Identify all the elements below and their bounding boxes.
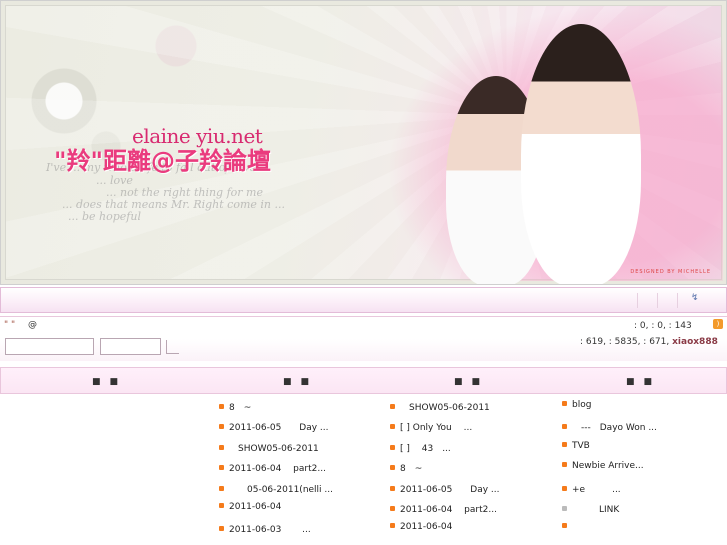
list-item[interactable]: [ ] 43 ... [390,441,451,454]
banner-image: I've ... my whole life to fall out of lo… [5,5,723,284]
list-item[interactable]: 05-06-2011(nelli ... [219,482,333,495]
nav-bar [0,287,727,313]
list-item[interactable] [562,522,572,532]
nav-arrow-icon[interactable]: ↯ [691,293,699,303]
banner-lyric-5: ... be hopeful [68,210,141,223]
user-at-label: @ [28,320,37,330]
list-item[interactable]: Newbie Arrive... [562,461,644,471]
login-button[interactable] [166,340,179,354]
list-item[interactable]: TVB [562,441,590,451]
user-status: " " [4,320,16,330]
list-item[interactable]: 8 ~ [390,461,422,474]
list-item[interactable]: SHOW05-06-2011 [219,441,319,454]
nav-button-2[interactable] [657,293,676,308]
list-item[interactable]: 8 ~ [219,400,251,413]
list-item[interactable]: 2011-06-05 Day ... [219,420,329,433]
list-item[interactable]: 2011-06-04 [390,522,452,532]
newest-member-link[interactable]: xiaox888 [672,337,718,347]
list-item[interactable]: --- Dayo Won ... [562,420,657,433]
post-stats: : 0, : 0, : 143 [634,321,692,331]
designed-by: DESIGNED BY MICHELLE [630,269,711,275]
list-item[interactable]: 2011-06-04 part2... [219,461,326,474]
columns-body: 8 ~ 2011-06-05 Day ... SHOW05-06-2011 20… [0,394,727,545]
list-item[interactable]: 2011-06-04 [219,502,281,512]
list-item[interactable]: 2011-06-03 ... [219,522,311,535]
site-subtitle: "羚"距離@子羚論壇 [54,147,272,175]
list-item[interactable]: +e ... [562,482,621,495]
list-item[interactable]: 2011-06-05 Day ... [390,482,500,495]
list-item[interactable]: 2011-06-04 part2... [390,502,497,515]
header-banner: I've ... my whole life to fall out of lo… [0,0,727,285]
column-header-1: ■ ■ [92,377,119,387]
forum-stats: : 619, : 5835, : 671, xiaox888 [580,337,718,347]
banner-photo-right [521,24,641,284]
column-header-2: ■ ■ [283,377,310,387]
column-header-4: ■ ■ [626,377,653,387]
column-header-3: ■ ■ [454,377,481,387]
list-item[interactable]: LINK [562,502,619,515]
list-item[interactable]: blog [562,400,591,410]
nav-button-1[interactable] [637,293,656,308]
username-input[interactable] [5,338,94,355]
forum-stats-counts: : 619, : 5835, : 671, [580,337,673,347]
rss-icon[interactable]: ) [713,319,723,329]
list-item[interactable]: [ ] Only You ... [390,420,472,433]
password-input[interactable] [100,338,161,355]
list-item[interactable]: SHOW05-06-2011 [390,400,490,413]
